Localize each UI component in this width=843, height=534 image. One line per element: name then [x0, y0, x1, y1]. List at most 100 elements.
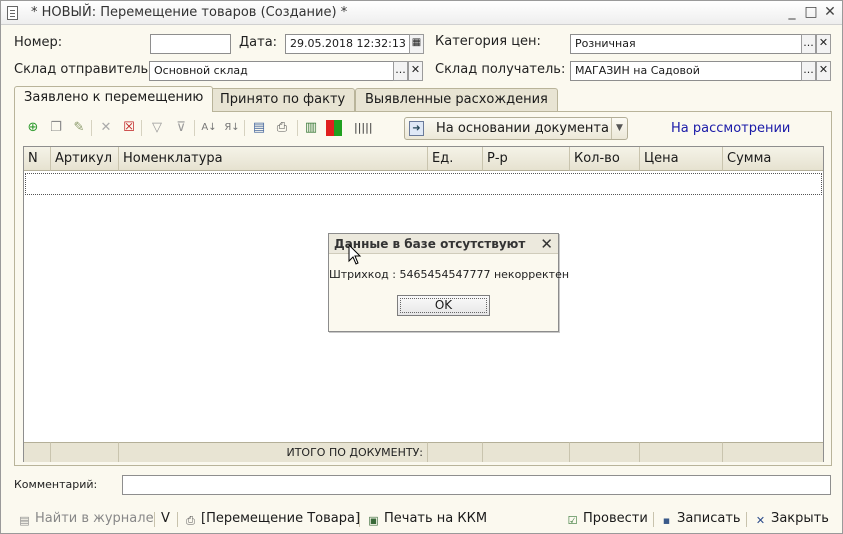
bottom-separator — [653, 512, 654, 527]
cash-register-icon: ▣ — [368, 514, 379, 527]
print-movement-button[interactable]: ⎙ [Перемещение Товара] — [183, 510, 360, 528]
sender-warehouse-field[interactable]: Основной склад — [149, 61, 394, 81]
column-header-sum[interactable]: Сумма — [723, 147, 823, 171]
barcode-icon[interactable]: ||||| — [354, 120, 373, 136]
add-icon[interactable]: ⊕ — [25, 120, 41, 136]
close-window-button[interactable]: ✕ — [822, 4, 838, 20]
number-field[interactable] — [150, 34, 231, 54]
receiver-select-button[interactable]: ... — [801, 61, 816, 81]
calendar-icon[interactable]: ▦ — [409, 34, 424, 54]
dialog-message: Штрихкод : 5465454547777 некорректен — [329, 268, 570, 281]
number-label: Номер: — [14, 35, 63, 50]
footer-cell — [640, 442, 723, 462]
document-arrow-icon: ➜ — [409, 121, 424, 136]
column-header-quantity[interactable]: Кол-во — [570, 147, 640, 171]
close-label: Закрыть — [771, 511, 829, 526]
price-category-clear-button[interactable]: ✕ — [816, 34, 831, 54]
save-label: Записать — [677, 511, 741, 526]
column-header-unit[interactable]: Ед. — [428, 147, 483, 171]
receiver-warehouse-label: Склад получатель: — [435, 62, 566, 77]
column-header-price[interactable]: Цена — [640, 147, 723, 171]
bottom-separator — [177, 512, 178, 527]
document-window: * НОВЫЙ: Перемещение товаров (Создание) … — [0, 0, 843, 534]
footer-total-label: ИТОГО ПО ДОКУМЕНТУ: — [119, 442, 428, 462]
error-dialog: Данные в базе отсутствуют ✕ Штрихкод : 5… — [328, 233, 570, 332]
journal-icon: ▤ — [19, 514, 30, 527]
tab-accepted[interactable]: Принято по факту — [210, 88, 356, 111]
toolbar-separator — [194, 120, 195, 136]
price-category-select-button[interactable]: ... — [801, 34, 816, 54]
v-button[interactable]: V — [161, 510, 170, 528]
print-kkm-label: Печать на ККМ — [384, 511, 488, 526]
receiver-clear-button[interactable]: ✕ — [816, 61, 831, 81]
post-label: Провести — [583, 511, 648, 526]
window-title: * НОВЫЙ: Перемещение товаров (Создание) … — [31, 5, 348, 20]
document-icon — [7, 6, 18, 20]
save-icon: ▪ — [662, 514, 671, 527]
table-row[interactable] — [25, 173, 822, 195]
sender-clear-button[interactable]: ✕ — [408, 61, 423, 81]
sender-select-button[interactable]: ... — [393, 61, 408, 81]
print-movement-label: [Перемещение Товара] — [201, 511, 361, 526]
close-icon: ✕ — [755, 514, 766, 527]
maximize-button[interactable]: □ — [803, 4, 819, 20]
dialog-close-icon[interactable]: ✕ — [540, 235, 553, 253]
delete-icon[interactable]: ✕ — [98, 120, 114, 136]
find-in-journal-label: Найти в журнале — [35, 511, 154, 526]
price-category-field[interactable]: Розничная — [570, 34, 802, 54]
tab-discrepancies[interactable]: Выявленные расхождения — [355, 88, 558, 111]
comment-label: Комментарий: — [14, 478, 98, 491]
receiver-warehouse-field[interactable]: МАГАЗИН на Садовой — [570, 61, 802, 81]
find-in-journal-button[interactable]: ▤ Найти в журнале — [17, 510, 154, 528]
footer-cell — [723, 442, 823, 462]
column-header-size[interactable]: Р-р — [483, 147, 570, 171]
price-category-label: Категория цен: — [435, 34, 541, 49]
print-icon[interactable]: ⎙ — [274, 120, 290, 136]
color-icon[interactable] — [326, 120, 342, 136]
comment-field[interactable] — [122, 475, 831, 495]
toolbar-separator — [91, 120, 92, 136]
sort-asc-icon[interactable]: A↓ — [201, 120, 217, 136]
column-header-nomenclature[interactable]: Номенклатура — [119, 147, 428, 171]
dialog-title: Данные в базе отсутствуют — [329, 234, 558, 254]
based-on-document-button[interactable]: ➜ На основании документа ▼ — [404, 117, 628, 140]
bottom-separator — [746, 512, 747, 527]
footer-cell — [428, 442, 483, 462]
minimize-button[interactable]: _ — [784, 4, 800, 20]
filter-icon[interactable]: ▽ — [149, 120, 165, 136]
bottom-separator — [359, 512, 360, 527]
title-bar: * НОВЫЙ: Перемещение товаров (Создание) … — [1, 1, 842, 25]
status-link[interactable]: На рассмотрении — [671, 121, 790, 136]
close-button[interactable]: ✕ Закрыть — [753, 510, 829, 528]
toolbar-separator — [297, 120, 298, 136]
print-kkm-button[interactable]: ▣ Печать на ККМ — [366, 510, 487, 528]
based-on-label: На основании документа — [436, 121, 609, 136]
date-field[interactable]: 29.05.2018 12:32:13 — [285, 34, 410, 54]
structure-icon[interactable]: ▥ — [303, 120, 319, 136]
column-header-article[interactable]: Артикул — [51, 147, 119, 171]
tab-declared[interactable]: Заявлено к перемещению — [14, 86, 214, 112]
toolbar-separator — [141, 120, 142, 136]
mouse-cursor-icon — [348, 244, 362, 265]
toolbar-separator — [244, 120, 245, 136]
bottom-separator — [154, 512, 155, 527]
sort-desc-icon[interactable]: Я↓ — [224, 120, 240, 136]
footer-cell — [51, 442, 119, 462]
date-label: Дата: — [239, 35, 278, 50]
footer-cell — [24, 442, 51, 462]
copy-icon[interactable]: ❐ — [48, 120, 64, 136]
clear-filter-icon[interactable]: ⊽ — [173, 120, 189, 136]
edit-icon[interactable]: ✎ — [71, 120, 87, 136]
ok-button[interactable]: OK — [397, 295, 490, 316]
save-button[interactable]: ▪ Записать — [659, 510, 741, 528]
chevron-down-icon[interactable]: ▼ — [611, 118, 627, 139]
footer-cell — [570, 442, 640, 462]
mark-delete-icon[interactable]: ☒ — [121, 120, 137, 136]
footer-cell — [483, 442, 570, 462]
post-document-icon: ☑ — [567, 514, 578, 527]
column-header-n[interactable]: N — [24, 147, 51, 171]
sender-warehouse-label: Склад отправитель: — [14, 62, 153, 77]
fill-icon[interactable]: ▤ — [251, 120, 267, 136]
post-button[interactable]: ☑ Провести — [565, 510, 648, 528]
printer-icon: ⎙ — [186, 514, 195, 527]
